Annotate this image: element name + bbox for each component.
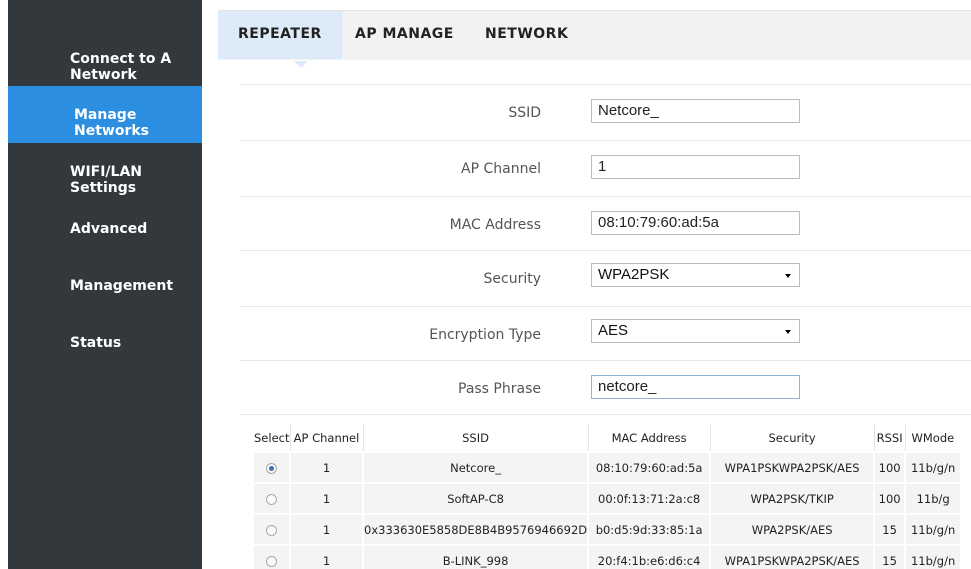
sidebar-item-label: Connect to A Network bbox=[70, 51, 172, 83]
security-label: Security bbox=[483, 271, 542, 287]
mac-address-input[interactable]: 08:10:79:60:ad:5a bbox=[591, 211, 800, 235]
table-row[interactable]: 1 0x333630E5858DE8B4B9576946692D b0:d5:9… bbox=[254, 514, 961, 546]
tab-repeater[interactable]: REPEATER bbox=[218, 11, 342, 59]
column-header-wmode: WMode bbox=[905, 424, 961, 453]
sidebar-item-label: Manage Networks bbox=[74, 107, 150, 139]
sidebar-item-connect-network[interactable]: Connect to A Network bbox=[8, 0, 202, 86]
ssid-cell: 0x333630E5858DE8B4B9576946692D bbox=[363, 514, 590, 546]
wmode-cell: 11b/g/n bbox=[905, 545, 961, 569]
form-row-pass-phrase: Pass Phrase netcore_ bbox=[240, 360, 971, 416]
channel-cell: 1 bbox=[290, 483, 364, 515]
ssid-cell: Netcore_ bbox=[363, 452, 590, 484]
sidebar-item-advanced[interactable]: Advanced bbox=[8, 200, 202, 257]
channel-cell: 1 bbox=[290, 545, 364, 569]
column-header-security: Security bbox=[710, 424, 875, 453]
select-cell bbox=[254, 545, 291, 569]
sidebar-item-manage-networks[interactable]: Manage Networks bbox=[8, 86, 202, 143]
table-header-row: Select AP Channel SSID MAC Address Secur… bbox=[254, 424, 961, 453]
chevron-down-icon bbox=[785, 274, 791, 278]
rssi-cell: 100 bbox=[874, 452, 907, 484]
select-radio[interactable] bbox=[266, 493, 277, 505]
form-row-encryption-type: Encryption Type AES bbox=[240, 306, 971, 362]
scan-results-table: Select AP Channel SSID MAC Address Secur… bbox=[254, 424, 961, 569]
select-radio[interactable] bbox=[266, 555, 277, 567]
encryption-type-select-value: AES bbox=[598, 322, 629, 339]
pass-phrase-input[interactable]: netcore_ bbox=[591, 375, 800, 399]
tab-network[interactable]: NETWORK bbox=[485, 11, 568, 59]
chevron-down-icon bbox=[785, 330, 791, 334]
rssi-cell: 15 bbox=[874, 545, 907, 569]
channel-cell: 1 bbox=[290, 452, 364, 484]
encryption-type-label: Encryption Type bbox=[429, 327, 541, 343]
security-cell: WPA2PSK/TKIP bbox=[710, 483, 876, 515]
mac-cell: 08:10:79:60:ad:5a bbox=[588, 452, 712, 484]
sidebar-item-status[interactable]: Status bbox=[8, 314, 202, 371]
window-edge bbox=[0, 0, 8, 569]
table-row[interactable]: 1 SoftAP-C8 00:0f:13:71:2a:c8 WPA2PSK/TK… bbox=[254, 483, 961, 515]
table-row[interactable]: 1 B-LINK_998 20:f4:1b:e6:d6:c4 WPA1PSKWP… bbox=[254, 545, 961, 569]
divider bbox=[240, 414, 971, 415]
column-header-rssi: RSSI bbox=[874, 424, 906, 453]
select-cell bbox=[254, 452, 291, 484]
security-select[interactable]: WPA2PSK bbox=[591, 263, 800, 287]
tab-bar: REPEATER AP MANAGE NETWORK bbox=[218, 10, 971, 68]
encryption-type-select[interactable]: AES bbox=[591, 319, 800, 343]
column-header-select: Select bbox=[254, 424, 291, 453]
mac-cell: 00:0f:13:71:2a:c8 bbox=[588, 483, 712, 515]
sidebar: Connect to A Network Manage Networks WIF… bbox=[8, 0, 202, 569]
select-cell bbox=[254, 514, 291, 546]
sidebar-item-management[interactable]: Management bbox=[8, 257, 202, 314]
wmode-cell: 11b/g/n bbox=[905, 452, 961, 484]
column-header-ap-channel: AP Channel bbox=[290, 424, 364, 453]
column-header-ssid: SSID bbox=[363, 424, 589, 453]
ssid-cell: SoftAP-C8 bbox=[363, 483, 590, 515]
form-row-mac-address: MAC Address 08:10:79:60:ad:5a bbox=[240, 196, 971, 252]
ap-channel-label: AP Channel bbox=[461, 161, 541, 177]
select-cell bbox=[254, 483, 291, 515]
sidebar-item-label: Management bbox=[70, 278, 174, 294]
sidebar-item-wifi-lan-settings[interactable]: WIFI/LAN Settings bbox=[8, 143, 202, 200]
mac-cell: b0:d5:9d:33:85:1a bbox=[588, 514, 712, 546]
sidebar-item-label: Advanced bbox=[70, 221, 148, 237]
sidebar-item-label: Status bbox=[70, 335, 122, 351]
mac-cell: 20:f4:1b:e6:d6:c4 bbox=[588, 545, 712, 569]
ssid-cell: B-LINK_998 bbox=[363, 545, 590, 569]
security-cell: WPA2PSK/AES bbox=[710, 514, 876, 546]
form-row-ap-channel: AP Channel 1 bbox=[240, 140, 971, 196]
pass-phrase-label: Pass Phrase bbox=[458, 381, 541, 397]
tab-ap-manage[interactable]: AP MANAGE bbox=[355, 11, 454, 59]
main-content: REPEATER AP MANAGE NETWORK SSID Netcore_… bbox=[202, 0, 971, 569]
rssi-cell: 100 bbox=[874, 483, 907, 515]
ap-channel-input[interactable]: 1 bbox=[591, 155, 800, 179]
security-select-value: WPA2PSK bbox=[598, 266, 670, 283]
channel-cell: 1 bbox=[290, 514, 364, 546]
security-cell: WPA1PSKWPA2PSK/AES bbox=[710, 452, 876, 484]
select-radio[interactable] bbox=[266, 524, 277, 536]
sidebar-item-label: WIFI/LAN Settings bbox=[70, 164, 143, 196]
table-row[interactable]: 1 Netcore_ 08:10:79:60:ad:5a WPA1PSKWPA2… bbox=[254, 452, 961, 484]
ssid-input[interactable]: Netcore_ bbox=[591, 99, 800, 123]
form-row-security: Security WPA2PSK bbox=[240, 250, 971, 306]
column-header-mac-address: MAC Address bbox=[588, 424, 711, 453]
ssid-label: SSID bbox=[508, 105, 541, 121]
security-cell: WPA1PSKWPA2PSK/AES bbox=[710, 545, 876, 569]
wmode-cell: 11b/g/n bbox=[905, 514, 961, 546]
mac-address-label: MAC Address bbox=[449, 217, 541, 233]
rssi-cell: 15 bbox=[874, 514, 907, 546]
active-tab-pointer bbox=[294, 61, 308, 68]
scan-results-table-wrap: Select AP Channel SSID MAC Address Secur… bbox=[254, 424, 971, 569]
select-radio[interactable] bbox=[266, 462, 277, 474]
wmode-cell: 11b/g bbox=[905, 483, 961, 515]
form-row-ssid: SSID Netcore_ bbox=[240, 84, 971, 140]
